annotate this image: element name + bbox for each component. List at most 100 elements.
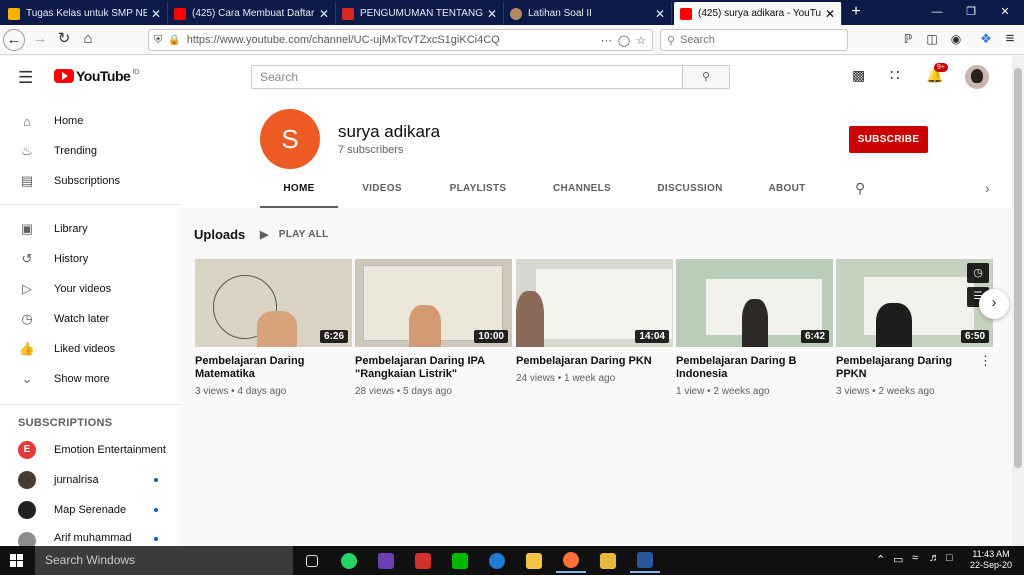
new-tab-button[interactable]: + — [845, 2, 867, 24]
file-explorer-icon[interactable] — [519, 549, 549, 573]
word-icon[interactable] — [630, 549, 660, 573]
video-card[interactable]: 14:04 Pembelajaran Daring PKN 24 views •… — [516, 259, 673, 384]
video-thumbnail[interactable]: 6:42 — [676, 259, 833, 347]
url-bar[interactable]: ⛨ 🔒 https://www.youtube.com/channel/UC-u… — [148, 29, 653, 51]
video-title[interactable]: Pembelajaran Daring Matematika — [195, 355, 352, 381]
browser-tab[interactable]: Latihan Soal II ✕ — [504, 2, 672, 25]
sidebar-item-show-more[interactable]: ⌄ Show more — [0, 364, 180, 394]
windows-search-input[interactable]: Search Windows — [35, 546, 293, 575]
chevron-up-icon[interactable]: ⌃ — [876, 553, 885, 566]
firefox-icon[interactable] — [556, 549, 586, 573]
home-button[interactable]: ⌂ — [76, 28, 100, 52]
browser-tab[interactable]: (425) Cara Membuat Daftar Isi ✕ — [168, 2, 336, 25]
lock-icon[interactable]: 🔒 — [168, 35, 180, 46]
video-title[interactable]: Pembelajaran Daring IPA "Rangkaian Listr… — [355, 355, 512, 381]
video-title[interactable]: Pembelajaran Daring PKN — [516, 355, 673, 368]
browser-search-input[interactable]: ⚲ Search — [660, 29, 848, 51]
menu-icon[interactable]: ≡ — [998, 28, 1022, 52]
maximize-button[interactable]: ❐ — [954, 0, 988, 25]
close-icon[interactable]: ✕ — [655, 7, 665, 21]
line-icon[interactable] — [445, 549, 475, 573]
edge-icon[interactable] — [482, 549, 512, 573]
taskbar-clock[interactable]: 11:43 AM 22-Sep-20 — [962, 549, 1020, 571]
play-all-button[interactable]: ▶ PLAY ALL — [260, 228, 329, 241]
browser-tab[interactable]: PENGUMUMAN TENTANG PER ✕ — [336, 2, 504, 25]
video-thumbnail[interactable]: 14:04 — [516, 259, 673, 347]
sidebar-item-your-videos[interactable]: ▷ Your videos — [0, 274, 180, 304]
tab-discussion[interactable]: DISCUSSION — [652, 178, 728, 208]
sidebar-item-subscriptions[interactable]: ▤ Subscriptions — [0, 166, 180, 196]
browser-tab-active[interactable]: (425) surya adikara - YouTube ✕ — [674, 2, 842, 25]
watch-later-clock-icon[interactable]: ◷ — [967, 263, 989, 283]
back-button[interactable]: ← — [3, 29, 25, 51]
notification-center-icon[interactable]: □ — [946, 552, 953, 564]
whatsapp-icon[interactable] — [334, 549, 364, 573]
video-title[interactable]: Pembelajarang Daring PPKN — [836, 355, 993, 381]
shield-icon[interactable]: ⛨ — [154, 34, 162, 47]
tab-playlists[interactable]: PLAYLISTS — [442, 178, 514, 208]
tab-channels[interactable]: CHANNELS — [546, 178, 618, 208]
more-options-icon[interactable]: ⋮ — [979, 353, 992, 369]
subscription-item[interactable]: Map Serenade — [0, 495, 180, 525]
chevron-right-icon[interactable]: › — [985, 180, 990, 196]
video-thumbnail[interactable]: 6:26 — [195, 259, 352, 347]
pocket-icon[interactable]: ◯ — [618, 34, 630, 47]
sidebar-item-watch-later[interactable]: ◷ Watch later — [0, 304, 180, 334]
tab-about[interactable]: ABOUT — [760, 178, 814, 208]
channel-avatar[interactable]: S — [260, 109, 320, 169]
windows-start-icon[interactable] — [10, 554, 23, 567]
minimize-button[interactable]: — — [920, 0, 954, 25]
hamburger-menu-icon[interactable]: ☰ — [18, 68, 33, 88]
video-card[interactable]: 6:26 Pembelajaran Daring Matematika 3 vi… — [195, 259, 352, 397]
window-close-button[interactable]: ✕ — [988, 0, 1022, 25]
sidebar-toggle-icon[interactable]: ◫ — [920, 28, 944, 52]
url-text[interactable]: https://www.youtube.com/channel/UC-ujMxT… — [181, 34, 601, 46]
video-card[interactable]: 10:00 Pembelajaran Daring IPA "Rangkaian… — [355, 259, 512, 397]
subscription-item[interactable]: Arif muhammad — [0, 525, 180, 546]
task-view-icon[interactable] — [297, 549, 327, 573]
reload-button[interactable]: ↻ — [52, 28, 76, 52]
wifi-icon[interactable]: ≈ — [912, 552, 918, 564]
youtube-logo[interactable]: YouTube ID — [54, 68, 139, 84]
scrollbar-thumb[interactable] — [1014, 68, 1022, 468]
sidebar-item-library[interactable]: ▣ Library — [0, 214, 180, 244]
video-title[interactable]: Pembelajaran Daring B Indonesia — [676, 355, 833, 381]
tab-home[interactable]: HOME — [260, 178, 338, 208]
video-card[interactable]: ◷ ☰ 6:50 Pembelajarang Daring PPKN ⋮ 3 v… — [836, 259, 993, 397]
apps-grid-icon[interactable]: ∷ — [890, 66, 900, 84]
channel-search-icon[interactable]: ⚲ — [855, 180, 865, 197]
folder-icon[interactable] — [593, 549, 623, 573]
library-icon[interactable]: ℙ — [896, 28, 920, 52]
youtube-search-input[interactable]: Search — [251, 65, 683, 89]
close-icon[interactable]: ✕ — [151, 7, 161, 21]
user-avatar[interactable] — [965, 65, 989, 89]
subscription-item[interactable]: E Emotion Entertainment — [0, 435, 180, 465]
close-icon[interactable]: ✕ — [825, 7, 835, 21]
battery-icon[interactable]: ▭ — [893, 553, 903, 566]
sidebar-item-home[interactable]: ⌂ Home — [0, 106, 180, 136]
create-video-icon[interactable]: ▩ — [852, 67, 865, 84]
page-actions-icon[interactable]: ⋯ — [601, 34, 612, 47]
sidebar-item-liked-videos[interactable]: 👍 Liked videos — [0, 334, 180, 364]
close-icon[interactable]: ✕ — [487, 7, 497, 21]
youtube-search-button[interactable]: ⚲ — [682, 65, 730, 89]
visual-studio-icon[interactable] — [371, 549, 401, 573]
extension-icon[interactable]: ❖ — [974, 28, 998, 52]
shelf-next-button[interactable]: › — [979, 289, 1009, 319]
sidebar-item-trending[interactable]: ♨ Trending — [0, 136, 180, 166]
account-icon[interactable]: ◉ — [944, 28, 968, 52]
uploads-heading[interactable]: Uploads — [194, 227, 245, 242]
forward-button[interactable]: → — [28, 28, 52, 52]
video-card[interactable]: 6:42 Pembelajaran Daring B Indonesia 1 v… — [676, 259, 833, 397]
sidebar-item-history[interactable]: ↺ History — [0, 244, 180, 274]
volume-icon[interactable]: ♬ — [929, 552, 940, 564]
bookmark-star-icon[interactable]: ☆ — [636, 34, 646, 47]
video-thumbnail[interactable]: ◷ ☰ 6:50 — [836, 259, 993, 347]
subscription-item[interactable]: jurnalrisa — [0, 465, 180, 495]
recorder-app-icon[interactable] — [408, 549, 438, 573]
tab-videos[interactable]: VIDEOS — [350, 178, 414, 208]
video-thumbnail[interactable]: 10:00 — [355, 259, 512, 347]
close-icon[interactable]: ✕ — [319, 7, 329, 21]
subscribe-button[interactable]: SUBSCRIBE — [849, 126, 928, 153]
browser-tab[interactable]: Tugas Kelas untuk SMP NEGERI ✕ — [2, 2, 168, 25]
